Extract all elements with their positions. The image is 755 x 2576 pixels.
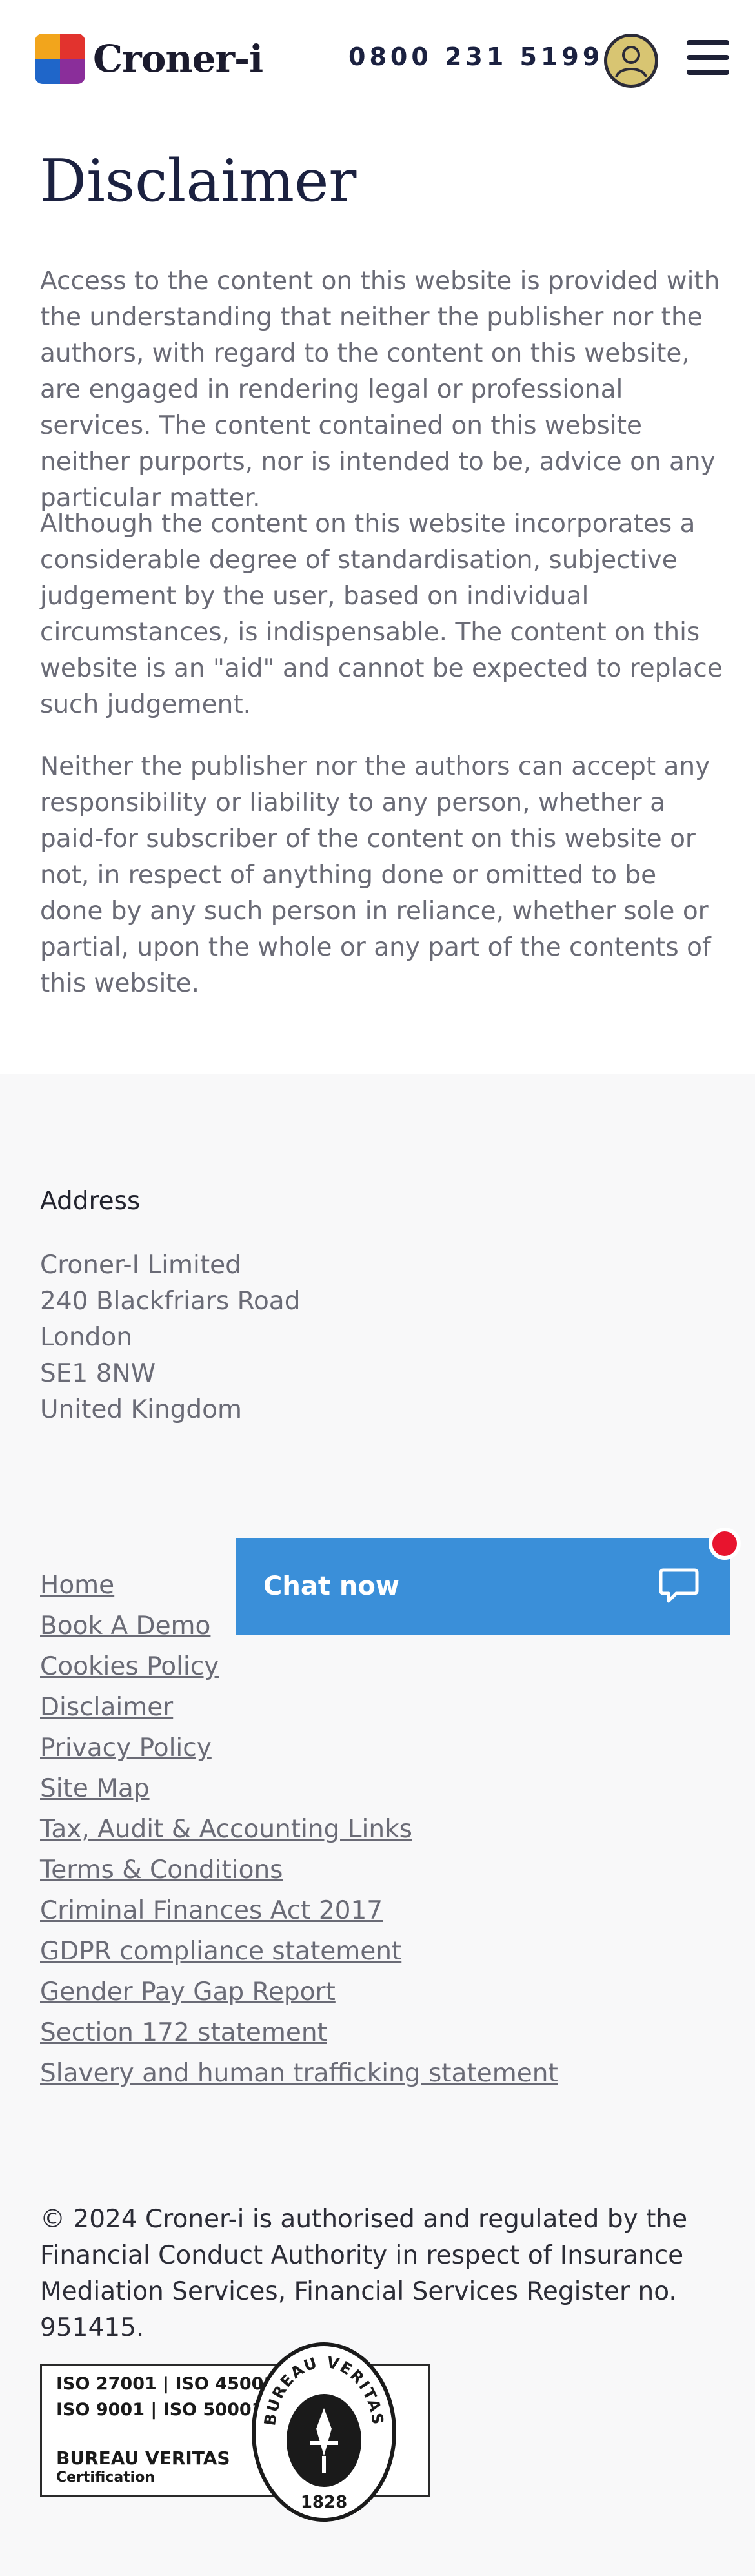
footer-link-section-172[interactable]: Section 172 statement xyxy=(40,2012,558,2053)
footer-link-gdpr-statement[interactable]: GDPR compliance statement xyxy=(40,1931,558,1972)
footer-link-privacy-policy[interactable]: Privacy Policy xyxy=(40,1728,558,1768)
address-block: Croner-I Limited 240 Blackfriars Road Lo… xyxy=(40,1247,300,1428)
address-line: London xyxy=(40,1323,132,1352)
disclaimer-paragraph-1: Access to the content on this website is… xyxy=(40,267,720,513)
user-avatar-icon[interactable] xyxy=(604,34,658,88)
phone-number-link[interactable]: 0800 231 5199 xyxy=(348,43,603,71)
footer-link-gender-pay-gap[interactable]: Gender Pay Gap Report xyxy=(40,1972,558,2012)
footer-link-cookies-policy[interactable]: Cookies Policy xyxy=(40,1646,558,1687)
menu-icon[interactable] xyxy=(687,40,729,80)
address-line: 240 Blackfriars Road xyxy=(40,1287,301,1316)
footer-link-criminal-finances-act[interactable]: Criminal Finances Act 2017 xyxy=(40,1890,558,1931)
address-line: SE1 8NW xyxy=(40,1359,156,1388)
disclaimer-paragraph-3: Neither the publisher nor the authors ca… xyxy=(40,752,711,998)
chat-bubble-icon xyxy=(659,1568,699,1603)
chat-now-button[interactable]: Chat now xyxy=(236,1538,730,1635)
page-title: Disclaimer xyxy=(40,147,357,215)
footer-link-disclaimer[interactable]: Disclaimer xyxy=(40,1687,558,1728)
address-line: Croner-I Limited xyxy=(40,1251,241,1280)
logo-text: Croner-i xyxy=(93,37,263,81)
bureau-veritas-seal-icon: BUREAU VERITAS 1828 xyxy=(252,2342,396,2522)
footer-link-site-map[interactable]: Site Map xyxy=(40,1768,558,1809)
address-heading: Address xyxy=(40,1187,141,1216)
chat-label: Chat now xyxy=(263,1571,399,1601)
seal-graphic: BUREAU VERITAS 1828 xyxy=(261,2353,386,2512)
cert-subtitle: Certification xyxy=(56,2469,156,2486)
chat-notification-badge xyxy=(709,1528,741,1560)
cert-iso-line-2: ISO 9001 | ISO 50001 xyxy=(56,2400,264,2420)
footer-link-terms-conditions[interactable]: Terms & Conditions xyxy=(40,1850,558,1890)
croner-logo-icon xyxy=(35,34,85,84)
footer-link-slavery-statement[interactable]: Slavery and human trafficking statement xyxy=(40,2053,558,2094)
site-header: Croner-i 0800 231 5199 xyxy=(0,0,755,123)
seal-year: 1828 xyxy=(301,2493,347,2512)
user-silhouette xyxy=(615,46,647,77)
footer-links: Home Book A Demo Cookies Policy Disclaim… xyxy=(40,1565,558,2094)
footer-link-tax-audit-accounting[interactable]: Tax, Audit & Accounting Links xyxy=(40,1809,558,1850)
cert-iso-line-1: ISO 27001 | ISO 45001 xyxy=(56,2374,276,2394)
cert-brand: BUREAU VERITAS xyxy=(56,2448,230,2469)
legal-statement: © 2024 Croner-i is authorised and regula… xyxy=(40,2205,688,2342)
croner-logo[interactable]: Croner-i xyxy=(35,34,263,84)
address-line: United Kingdom xyxy=(40,1395,243,1424)
disclaimer-paragraph-2: Although the content on this website inc… xyxy=(40,509,723,719)
